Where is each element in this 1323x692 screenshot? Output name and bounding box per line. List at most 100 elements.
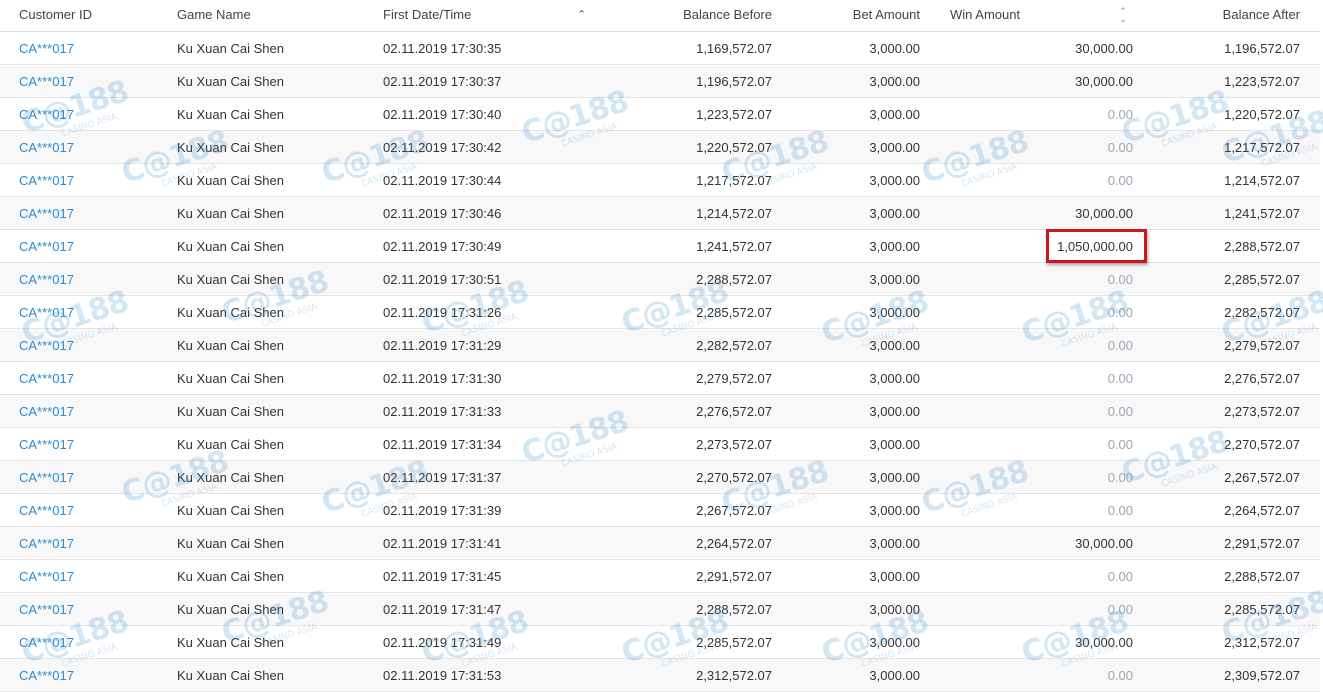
header-win-amount[interactable]: Win Amount: [950, 0, 1020, 32]
table-row[interactable]: CA***017 Ku Xuan Cai Shen 02.11.2019 17:31…: [0, 461, 1320, 494]
balance-before-cell: 1,241,572.07: [696, 239, 772, 254]
win-amount-cell: 0.00: [1107, 272, 1133, 287]
bet-amount-cell: 3,000.00: [869, 503, 920, 518]
balance-after-cell: 2,312,572.07: [1224, 635, 1300, 650]
customer-id-link[interactable]: CA***017: [19, 659, 74, 692]
datetime-cell: 02.11.2019 17:30:35: [383, 41, 502, 56]
table-row[interactable]: CA***017 Ku Xuan Cai Shen 02.11.2019 17:31…: [0, 626, 1320, 659]
balance-after-cell: 2,288,572.07: [1224, 569, 1300, 584]
customer-id-link[interactable]: CA***017: [19, 626, 74, 659]
table-row[interactable]: CA***017 Ku Xuan Cai Shen 02.11.2019 17:31…: [0, 593, 1320, 626]
win-amount-cell: 30,000.00: [1075, 41, 1133, 56]
table-row[interactable]: CA***017 Ku Xuan Cai Shen 02.11.2019 17:31…: [0, 428, 1320, 461]
sort-ascending-icon[interactable]: ⌃: [577, 9, 587, 21]
header-first-datetime[interactable]: First Date/Time: [383, 0, 471, 32]
win-amount-cell: 0.00: [1107, 371, 1133, 386]
datetime-cell: 02.11.2019 17:30:49: [383, 239, 502, 254]
customer-id-link[interactable]: CA***017: [19, 494, 74, 527]
datetime-cell: 02.11.2019 17:31:30: [383, 371, 502, 386]
table-header: Customer ID Game Name First Date/Time ⌃ …: [0, 0, 1320, 32]
table-row[interactable]: CA***017 Ku Xuan Cai Shen 02.11.2019 17:30…: [0, 230, 1320, 263]
win-amount-cell: 0.00: [1107, 569, 1133, 584]
table-row[interactable]: CA***017 Ku Xuan Cai Shen 02.11.2019 17:31…: [0, 659, 1320, 692]
datetime-cell: 02.11.2019 17:31:34: [383, 437, 502, 452]
customer-id-link[interactable]: CA***017: [19, 98, 74, 131]
balance-after-cell: 1,214,572.07: [1224, 173, 1300, 188]
customer-id-link[interactable]: CA***017: [19, 296, 74, 329]
header-balance-before[interactable]: Balance Before: [683, 0, 772, 32]
win-amount-cell: 30,000.00: [1075, 635, 1133, 650]
balance-after-cell: 2,276,572.07: [1224, 371, 1300, 386]
balance-before-cell: 2,282,572.07: [696, 338, 772, 353]
balance-before-cell: 2,279,572.07: [696, 371, 772, 386]
balance-after-cell: 2,285,572.07: [1224, 272, 1300, 287]
game-name-cell: Ku Xuan Cai Shen: [177, 635, 284, 650]
datetime-cell: 02.11.2019 17:31:26: [383, 305, 502, 320]
customer-id-link[interactable]: CA***017: [19, 32, 74, 65]
balance-after-cell: 1,217,572.07: [1224, 140, 1300, 155]
header-balance-after[interactable]: Balance After: [1223, 0, 1300, 32]
header-game-name[interactable]: Game Name: [177, 0, 251, 32]
table-row[interactable]: CA***017 Ku Xuan Cai Shen 02.11.2019 17:31…: [0, 527, 1320, 560]
datetime-cell: 02.11.2019 17:31:41: [383, 536, 502, 551]
table-row[interactable]: CA***017 Ku Xuan Cai Shen 02.11.2019 17:31…: [0, 395, 1320, 428]
game-name-cell: Ku Xuan Cai Shen: [177, 569, 284, 584]
datetime-cell: 02.11.2019 17:30:42: [383, 140, 502, 155]
balance-before-cell: 2,285,572.07: [696, 305, 772, 320]
table-row[interactable]: CA***017 Ku Xuan Cai Shen 02.11.2019 17:31…: [0, 494, 1320, 527]
customer-id-link[interactable]: CA***017: [19, 428, 74, 461]
customer-id-link[interactable]: CA***017: [19, 395, 74, 428]
customer-id-link[interactable]: CA***017: [19, 593, 74, 626]
game-name-cell: Ku Xuan Cai Shen: [177, 437, 284, 452]
win-amount-cell: 0.00: [1107, 470, 1133, 485]
table-row[interactable]: CA***017 Ku Xuan Cai Shen 02.11.2019 17:30…: [0, 131, 1320, 164]
game-name-cell: Ku Xuan Cai Shen: [177, 107, 284, 122]
balance-before-cell: 2,270,572.07: [696, 470, 772, 485]
customer-id-link[interactable]: CA***017: [19, 329, 74, 362]
customer-id-link[interactable]: CA***017: [19, 461, 74, 494]
game-name-cell: Ku Xuan Cai Shen: [177, 338, 284, 353]
datetime-cell: 02.11.2019 17:30:40: [383, 107, 502, 122]
balance-before-cell: 1,214,572.07: [696, 206, 772, 221]
balance-after-cell: 2,267,572.07: [1224, 470, 1300, 485]
customer-id-link[interactable]: CA***017: [19, 362, 74, 395]
customer-id-link[interactable]: CA***017: [19, 263, 74, 296]
table-row[interactable]: CA***017 Ku Xuan Cai Shen 02.11.2019 17:30…: [0, 65, 1320, 98]
balance-after-cell: 1,241,572.07: [1224, 206, 1300, 221]
customer-id-link[interactable]: CA***017: [19, 527, 74, 560]
bet-amount-cell: 3,000.00: [869, 74, 920, 89]
game-name-cell: Ku Xuan Cai Shen: [177, 371, 284, 386]
table-row[interactable]: CA***017 Ku Xuan Cai Shen 02.11.2019 17:30…: [0, 197, 1320, 230]
bet-amount-cell: 3,000.00: [869, 107, 920, 122]
bet-amount-cell: 3,000.00: [869, 239, 920, 254]
table-row[interactable]: CA***017 Ku Xuan Cai Shen 02.11.2019 17:31…: [0, 329, 1320, 362]
bet-amount-cell: 3,000.00: [869, 140, 920, 155]
customer-id-link[interactable]: CA***017: [19, 560, 74, 593]
sort-both-icon[interactable]: ⌃ ⌄: [1117, 7, 1129, 24]
datetime-cell: 02.11.2019 17:31:49: [383, 635, 502, 650]
win-amount-cell: 0.00: [1107, 437, 1133, 452]
balance-before-cell: 2,267,572.07: [696, 503, 772, 518]
customer-id-link[interactable]: CA***017: [19, 164, 74, 197]
table-row[interactable]: CA***017 Ku Xuan Cai Shen 02.11.2019 17:30…: [0, 98, 1320, 131]
datetime-cell: 02.11.2019 17:31:53: [383, 668, 502, 683]
bet-amount-cell: 3,000.00: [869, 41, 920, 56]
win-amount-cell: 0.00: [1107, 338, 1133, 353]
balance-after-cell: 2,291,572.07: [1224, 536, 1300, 551]
customer-id-link[interactable]: CA***017: [19, 230, 74, 263]
header-bet-amount[interactable]: Bet Amount: [853, 0, 920, 32]
balance-after-cell: 1,223,572.07: [1224, 74, 1300, 89]
table-row[interactable]: CA***017 Ku Xuan Cai Shen 02.11.2019 17:30…: [0, 164, 1320, 197]
table-row[interactable]: CA***017 Ku Xuan Cai Shen 02.11.2019 17:30…: [0, 263, 1320, 296]
transactions-table: Customer ID Game Name First Date/Time ⌃ …: [0, 0, 1320, 692]
customer-id-link[interactable]: CA***017: [19, 197, 74, 230]
table-row[interactable]: CA***017 Ku Xuan Cai Shen 02.11.2019 17:31…: [0, 296, 1320, 329]
header-customer-id[interactable]: Customer ID: [19, 0, 92, 32]
customer-id-link[interactable]: CA***017: [19, 131, 74, 164]
table-row[interactable]: CA***017 Ku Xuan Cai Shen 02.11.2019 17:31…: [0, 362, 1320, 395]
table-row[interactable]: CA***017 Ku Xuan Cai Shen 02.11.2019 17:30…: [0, 32, 1320, 65]
win-amount-cell: 30,000.00: [1075, 536, 1133, 551]
balance-before-cell: 2,264,572.07: [696, 536, 772, 551]
table-row[interactable]: CA***017 Ku Xuan Cai Shen 02.11.2019 17:31…: [0, 560, 1320, 593]
customer-id-link[interactable]: CA***017: [19, 65, 74, 98]
